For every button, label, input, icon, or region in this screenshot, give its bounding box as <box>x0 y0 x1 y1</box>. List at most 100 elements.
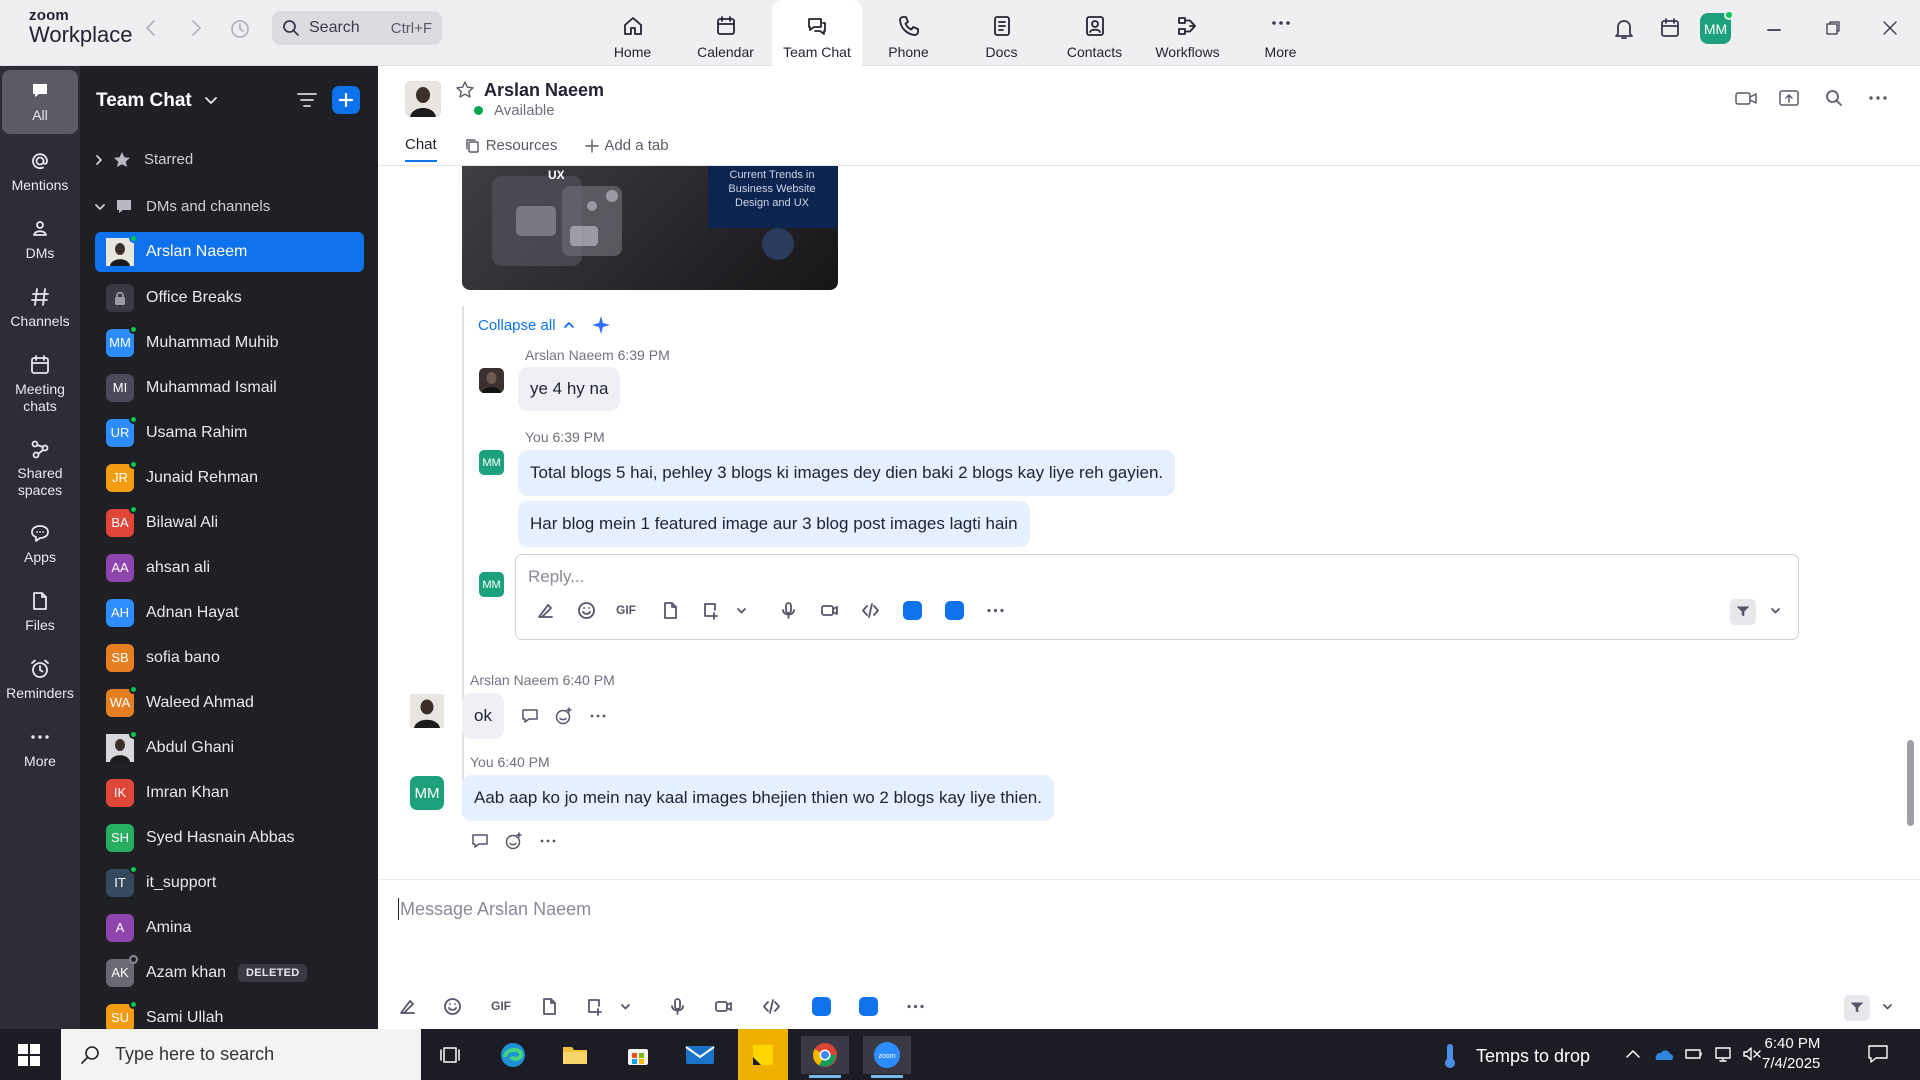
onedrive-icon[interactable] <box>1652 1047 1674 1061</box>
more-tools-icon[interactable] <box>986 601 1005 620</box>
forward-arrow-icon[interactable] <box>188 18 204 38</box>
ai-sparkle-icon[interactable] <box>591 315 611 335</box>
nav-tab-workflows[interactable]: Workflows <box>1141 0 1234 66</box>
notifications-icon[interactable] <box>1866 1043 1890 1065</box>
battery-icon[interactable] <box>1684 1045 1704 1063</box>
chat-item[interactable]: Arslan Naeem <box>95 232 364 272</box>
profile-avatar[interactable]: MM <box>1700 10 1734 44</box>
chevron-down-icon[interactable] <box>1878 997 1897 1016</box>
reply-thread-icon[interactable] <box>520 706 540 726</box>
rail-item-meeting-chats[interactable]: Meeting chats <box>0 342 80 426</box>
section-starred[interactable]: Starred <box>80 136 378 183</box>
gif-button[interactable]: GIF <box>616 603 636 617</box>
chrome-icon[interactable] <box>801 1036 849 1078</box>
message-bubble[interactable]: ok <box>462 693 504 739</box>
rail-item-more[interactable]: More <box>0 714 80 782</box>
more-tools-icon[interactable] <box>906 997 925 1016</box>
message-bubble[interactable]: Aab aap ko jo mein nay kaal images bheji… <box>462 775 1054 821</box>
more-icon[interactable] <box>538 831 558 851</box>
chat-item[interactable]: JR Junaid Rehman <box>80 455 378 500</box>
screenshot-icon[interactable] <box>586 997 605 1016</box>
sidebar-title[interactable]: Team Chat <box>96 90 192 112</box>
search-icon[interactable] <box>1824 88 1844 108</box>
zoom-docs-icon[interactable] <box>859 997 878 1016</box>
task-view-icon[interactable] <box>426 1036 474 1074</box>
tab-chat[interactable]: Chat <box>405 136 437 162</box>
minimize-icon[interactable] <box>1766 22 1782 38</box>
chat-item[interactable]: Abdul Ghani <box>80 725 378 770</box>
video-message-icon[interactable] <box>714 997 733 1016</box>
favorite-star-icon[interactable] <box>455 80 475 100</box>
sender-avatar[interactable] <box>410 694 444 728</box>
chat-item[interactable]: WA Waleed Ahmad <box>80 680 378 725</box>
add-reaction-icon[interactable] <box>504 831 524 851</box>
history-icon[interactable] <box>229 18 251 40</box>
chat-item[interactable]: SU Sami Ullah <box>80 995 378 1029</box>
format-icon[interactable] <box>536 601 555 620</box>
filter-icon[interactable] <box>296 90 318 110</box>
contact-avatar[interactable] <box>405 81 441 117</box>
chat-item[interactable]: IK Imran Khan <box>80 770 378 815</box>
back-arrow-icon[interactable] <box>143 18 159 38</box>
image-attachment[interactable]: UX Current Trends in Business Website De… <box>462 166 838 290</box>
file-explorer-icon[interactable] <box>551 1036 599 1074</box>
section-dms-and-channels[interactable]: DMs and channels <box>80 183 378 230</box>
edge-icon[interactable] <box>489 1036 537 1074</box>
calendar-icon[interactable] <box>1659 17 1681 39</box>
screenshot-icon[interactable] <box>702 601 721 620</box>
chat-item[interactable]: SB sofia bano <box>80 635 378 680</box>
rail-item-shared-spaces[interactable]: Shared spaces <box>0 426 80 510</box>
share-screen-icon[interactable] <box>1778 88 1800 108</box>
message-bubble[interactable]: Total blogs 5 hai, pehley 3 blogs ki ima… <box>518 450 1176 496</box>
close-icon[interactable] <box>1882 20 1898 36</box>
network-icon[interactable] <box>1713 1045 1733 1063</box>
emoji-icon[interactable] <box>577 601 596 620</box>
chat-item[interactable]: Office Breaks <box>80 275 378 320</box>
collapse-all-button[interactable]: Collapse all <box>478 315 611 335</box>
chat-item[interactable]: BA Bilawal Ali <box>80 500 378 545</box>
thread-reply-box[interactable]: Reply... GIF <box>515 554 1799 640</box>
nav-tab-docs[interactable]: Docs <box>955 0 1048 66</box>
attach-file-icon[interactable] <box>661 601 680 620</box>
add-reaction-icon[interactable] <box>554 706 574 726</box>
chat-item[interactable]: AA ahsan ali <box>80 545 378 590</box>
bell-icon[interactable] <box>1613 17 1635 41</box>
app-integration-icon[interactable] <box>903 601 922 620</box>
chevron-down-icon[interactable] <box>616 997 635 1016</box>
contact-name[interactable]: Arslan Naeem <box>484 80 604 101</box>
rail-item-mentions[interactable]: Mentions <box>0 138 80 206</box>
scrollbar[interactable] <box>1907 740 1914 826</box>
store-icon[interactable] <box>614 1036 662 1074</box>
reply-input[interactable]: Reply... <box>528 567 584 587</box>
nav-tab-calendar[interactable]: Calendar <box>679 0 772 66</box>
more-icon[interactable] <box>588 706 608 726</box>
tab-resources[interactable]: Resources <box>465 136 557 162</box>
video-call-icon[interactable] <box>1734 88 1758 108</box>
send-icon[interactable] <box>1844 995 1870 1021</box>
nav-tab-more[interactable]: More <box>1234 0 1327 66</box>
sender-avatar[interactable]: MM <box>479 450 504 475</box>
message-input[interactable]: Message Arslan Naeem <box>398 898 591 920</box>
zoom-docs-icon[interactable] <box>945 601 964 620</box>
volume-muted-icon[interactable] <box>1742 1045 1762 1063</box>
sender-name[interactable]: Arslan Naeem <box>470 672 559 688</box>
nav-tab-team-chat[interactable]: Team Chat <box>772 0 862 67</box>
emoji-icon[interactable] <box>443 997 462 1016</box>
send-icon[interactable] <box>1730 599 1756 625</box>
sender-avatar[interactable] <box>479 368 504 393</box>
code-snippet-icon[interactable] <box>762 997 781 1016</box>
weather-widget[interactable]: Temps to drop <box>1442 1043 1590 1069</box>
sticky-notes-icon[interactable] <box>738 1029 788 1080</box>
app-integration-icon[interactable] <box>812 997 831 1016</box>
restore-icon[interactable] <box>1825 20 1841 36</box>
chat-item[interactable]: SH Syed Hasnain Abbas <box>80 815 378 860</box>
nav-tab-contacts[interactable]: Contacts <box>1048 0 1141 66</box>
chevron-up-icon[interactable] <box>1624 1045 1642 1063</box>
gif-button[interactable]: GIF <box>491 999 511 1013</box>
nav-tab-home[interactable]: Home <box>586 0 679 66</box>
system-clock[interactable]: 6:40 PM 7/4/2025 <box>1762 1034 1820 1074</box>
search-box[interactable]: Search Ctrl+F <box>272 11 442 45</box>
microphone-icon[interactable] <box>779 601 798 620</box>
microphone-icon[interactable] <box>668 997 687 1016</box>
zoom-app-icon[interactable]: zoom <box>863 1036 911 1078</box>
